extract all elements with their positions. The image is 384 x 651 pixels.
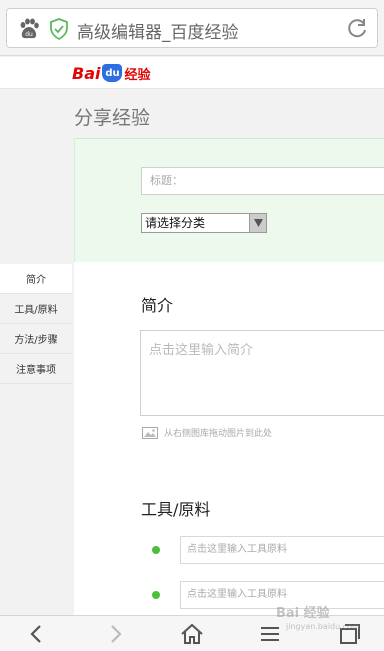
side-nav-item-intro[interactable]: 简介 bbox=[0, 264, 72, 294]
tools-heading: 工具/原料 bbox=[141, 500, 211, 519]
logo-jingyan-text: 经验 bbox=[124, 67, 151, 83]
reload-icon[interactable] bbox=[345, 17, 369, 41]
title-input[interactable]: 标题： bbox=[141, 167, 384, 195]
image-drop-hint: 从右侧图库拖动图片到此处 bbox=[142, 426, 272, 439]
home-icon[interactable] bbox=[179, 622, 205, 646]
baidu-watermark-url: jingyan.baidu.com bbox=[286, 622, 360, 631]
secure-shield-icon bbox=[50, 18, 68, 40]
page-url-title: 高级编辑器_百度经验 bbox=[77, 23, 239, 43]
back-icon[interactable] bbox=[24, 622, 50, 646]
category-select-value: 请选择分类 bbox=[145, 216, 206, 230]
select-arrow-icon[interactable] bbox=[249, 214, 266, 232]
site-header: Bai du 经验 bbox=[0, 57, 384, 89]
side-nav-item-steps[interactable]: 方法/步骤 bbox=[0, 324, 72, 354]
browser-toolbar: du 高级编辑器_百度经验 bbox=[0, 0, 384, 56]
baidu-watermark: Bai 经验 bbox=[276, 606, 330, 621]
intro-heading: 简介 bbox=[141, 296, 174, 315]
image-drop-hint-text: 从右侧图库拖动图片到此处 bbox=[164, 429, 273, 439]
page-title: 分享经验 bbox=[74, 107, 151, 129]
tool-input[interactable]: 点击这里输入工具原料 bbox=[180, 536, 384, 564]
image-icon bbox=[142, 426, 158, 439]
side-nav-item-tools[interactable]: 工具/原料 bbox=[0, 294, 72, 324]
category-select[interactable]: 请选择分类 bbox=[141, 213, 267, 233]
side-nav: 简介 工具/原料 方法/步骤 注意事项 bbox=[0, 264, 72, 384]
tool-row: 点击这里输入工具原料 bbox=[152, 581, 384, 609]
editor-content: 简介 点击这里输入简介 从右侧图库拖动图片到此处 工具/原料 点击这里输入工具原… bbox=[74, 262, 384, 615]
logo-du-badge: du bbox=[102, 64, 123, 82]
forward-icon[interactable] bbox=[102, 622, 128, 646]
bullet-dot bbox=[152, 546, 160, 554]
svg-text:du: du bbox=[25, 31, 33, 38]
intro-textarea[interactable]: 点击这里输入简介 bbox=[140, 330, 384, 416]
bullet-dot bbox=[152, 591, 160, 599]
address-bar[interactable]: du 高级编辑器_百度经验 bbox=[6, 8, 378, 48]
tool-row: 点击这里输入工具原料 bbox=[152, 536, 384, 564]
menu-icon[interactable] bbox=[257, 622, 283, 646]
side-nav-item-notes[interactable]: 注意事项 bbox=[0, 354, 72, 384]
baidu-jingyan-logo[interactable]: Bai du 经验 bbox=[72, 62, 151, 84]
title-category-panel: 标题： 请选择分类 bbox=[74, 138, 384, 262]
baidu-paw-icon: du bbox=[20, 18, 39, 39]
logo-bai-text: Bai bbox=[72, 63, 101, 83]
